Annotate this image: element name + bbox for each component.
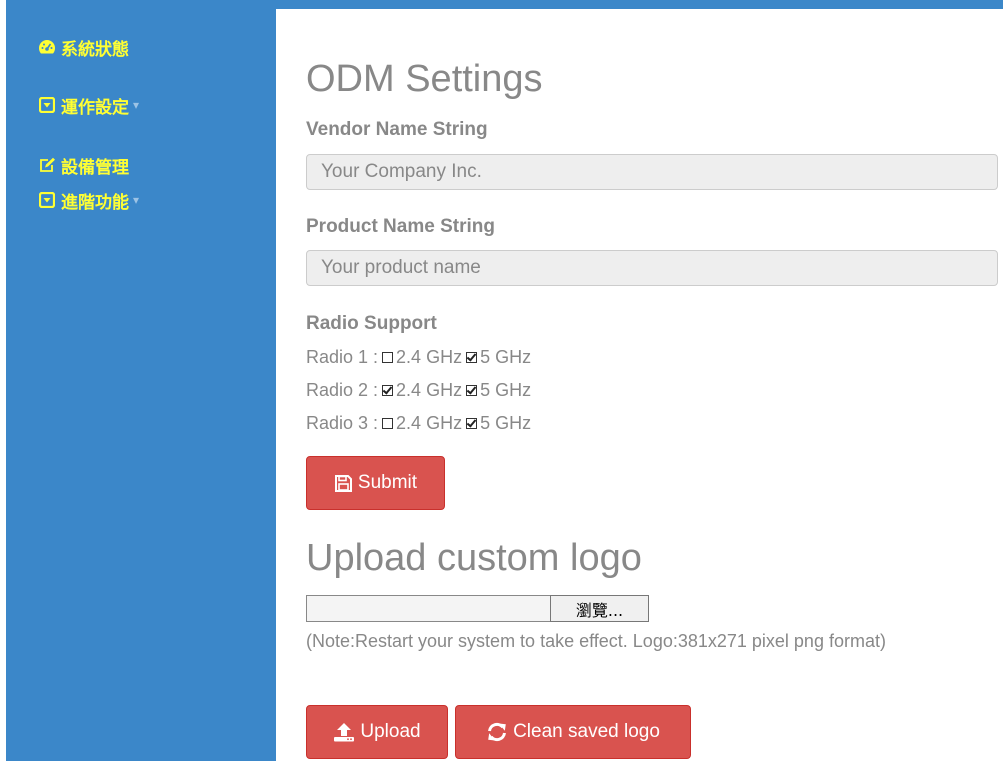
vendor-name-label: Vendor Name String: [306, 119, 488, 140]
band-label: 2.4 GHz: [396, 379, 463, 400]
sidebar-item-label: 進階功能: [61, 192, 129, 213]
upload-label: Upload: [360, 721, 421, 742]
radio1-2g-checkbox[interactable]: [382, 351, 394, 363]
band-label: 5 GHz: [480, 379, 532, 400]
file-path-field[interactable]: [306, 595, 550, 622]
browse-button[interactable]: 瀏覽...: [550, 595, 649, 622]
clean-saved-logo-button[interactable]: Clean saved logo: [455, 705, 691, 759]
sidebar-item-label: 運作設定: [61, 97, 129, 118]
band-label: 5 GHz: [480, 412, 532, 433]
refresh-icon: [486, 722, 508, 742]
radio3-2g-checkbox[interactable]: [382, 417, 394, 429]
clean-label: Clean saved logo: [513, 721, 660, 742]
submit-label: Submit: [357, 472, 418, 493]
page-title: ODM Settings: [306, 58, 543, 100]
upload-logo-title: Upload custom logo: [306, 537, 642, 579]
upload-button[interactable]: Upload: [306, 705, 448, 759]
radio-label: Radio 1 :: [306, 346, 379, 367]
sidebar: 系統狀態 運作設定 ▾ 設備管理 進階功能 ▾: [6, 0, 276, 761]
radio2-2g-checkbox[interactable]: [382, 384, 394, 396]
sidebar-item-label: 系統狀態: [61, 39, 129, 60]
edit-icon: [38, 156, 56, 174]
product-name-input[interactable]: [306, 250, 998, 286]
radio-row-1: Radio 1 : 2.4 GHz 5 GHz: [306, 346, 531, 368]
submit-button[interactable]: Submit: [306, 456, 445, 510]
upload-note: (Note:Restart your system to take effect…: [306, 631, 886, 651]
chevron-down-icon: ▾: [133, 193, 140, 207]
band-label: 2.4 GHz: [396, 346, 463, 367]
main-content: ODM Settings Vendor Name String Product …: [306, 0, 1000, 761]
radio1-5g-checkbox[interactable]: [466, 351, 478, 363]
save-icon: [334, 474, 353, 493]
sidebar-item-operation-settings[interactable]: 運作設定 ▾: [38, 91, 139, 119]
dashboard-icon: [38, 38, 56, 56]
radio-row-3: Radio 3 : 2.4 GHz 5 GHz: [306, 412, 531, 434]
radio-row-2: Radio 2 : 2.4 GHz 5 GHz: [306, 379, 531, 401]
chevron-down-icon: ▾: [133, 98, 140, 112]
sidebar-item-device-management[interactable]: 設備管理: [38, 151, 129, 179]
vendor-name-input[interactable]: [306, 154, 998, 190]
sidebar-item-label: 設備管理: [61, 157, 129, 178]
radio3-5g-checkbox[interactable]: [466, 417, 478, 429]
radio-label: Radio 3 :: [306, 412, 379, 433]
product-name-label: Product Name String: [306, 216, 495, 237]
band-label: 2.4 GHz: [396, 412, 463, 433]
radio2-5g-checkbox[interactable]: [466, 384, 478, 396]
caret-square-icon: [38, 96, 56, 114]
radio-label: Radio 2 :: [306, 379, 379, 400]
radio-support-label: Radio Support: [306, 313, 437, 334]
sidebar-item-system-status[interactable]: 系統狀態: [38, 33, 129, 61]
sidebar-item-advanced-features[interactable]: 進階功能 ▾: [38, 186, 139, 214]
band-label: 5 GHz: [480, 346, 532, 367]
upload-icon: [333, 722, 355, 742]
caret-square-icon: [38, 191, 56, 209]
